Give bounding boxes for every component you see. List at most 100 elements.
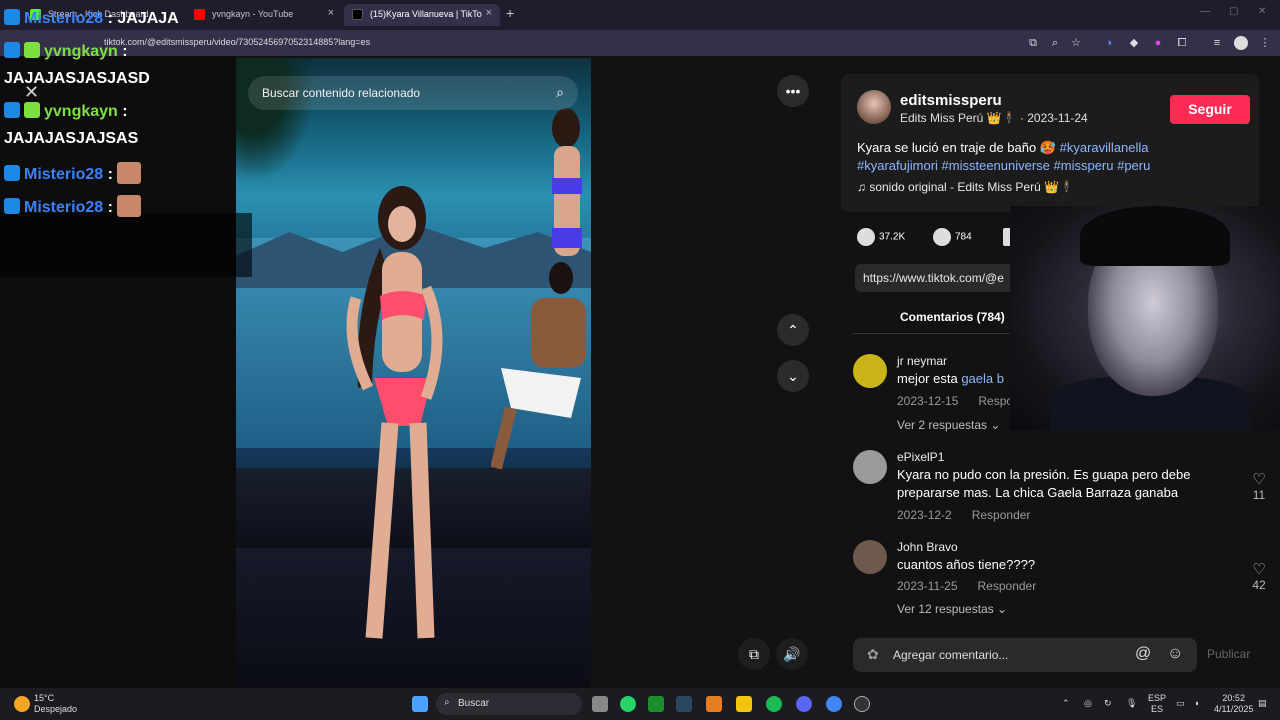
chevron-up-icon[interactable]: ⌃ (1062, 698, 1070, 709)
chrome-icon[interactable] (826, 696, 842, 712)
steam-icon[interactable] (676, 696, 692, 712)
windows-start-icon[interactable] (412, 696, 428, 712)
reading-list-icon[interactable]: ≡ (1210, 36, 1224, 50)
volume-icon[interactable]: 🔊 (776, 638, 808, 670)
search-icon[interactable]: ⌕ (556, 84, 564, 101)
author-username[interactable]: editsmissperu (900, 92, 1002, 109)
spotify-icon[interactable] (766, 696, 782, 712)
hashtag-links[interactable]: #kyarafujimori #missteenuniverse #misspe… (857, 158, 1150, 173)
description-text: Kyara se lució en traje de baño 🥵 (857, 140, 1060, 155)
comment-like-button[interactable]: ♡ 42 (1247, 560, 1271, 592)
zoom-icon[interactable]: ⌕ (1048, 36, 1062, 50)
like-button[interactable]: 37.2K (857, 228, 905, 246)
network-icon[interactable]: ▭ (1176, 698, 1185, 709)
video-player[interactable]: Buscar contenido relacionado ⌕ (236, 58, 591, 688)
maximize-icon[interactable]: ▢ (1229, 6, 1238, 17)
cast-icon[interactable]: ⧉ (1026, 36, 1040, 50)
file-explorer-icon[interactable] (736, 696, 752, 712)
chat-username: Misterio28 (24, 10, 104, 27)
author-avatar[interactable] (857, 90, 891, 124)
task-view-icon[interactable] (592, 696, 608, 712)
weather-widget[interactable]: 15°C Despejado (34, 693, 77, 715)
commenter-avatar[interactable] (853, 540, 887, 574)
xbox-icon[interactable] (648, 696, 664, 712)
close-window-icon[interactable]: ✕ (1258, 6, 1266, 17)
chat-separator: : (103, 166, 118, 183)
view-replies-button[interactable]: Ver 2 respuestas ⌄ (897, 418, 1000, 432)
chat-username: Misterio28 (24, 199, 104, 216)
speaker-icon[interactable]: ◖ (1194, 698, 1199, 709)
related-search-input[interactable]: Buscar contenido relacionado ⌕ (248, 76, 578, 110)
clock[interactable]: 20:52 4/11/2025 (1214, 693, 1253, 715)
extension-icon[interactable]: ◆ (1127, 36, 1141, 50)
emote-icon (117, 195, 142, 217)
obs-icon[interactable] (854, 696, 870, 712)
more-options-icon[interactable]: ••• (777, 75, 809, 107)
emoji-sticker-icon[interactable]: ✿ (867, 646, 879, 663)
subscriber-badge-icon (4, 9, 20, 25)
comment-text: cuantos años tiene???? (897, 557, 1036, 572)
tab-tiktok[interactable]: (15)Kyara Villanueva | TikTo × (344, 4, 500, 26)
comment-like-button[interactable]: ♡ 11 (1247, 470, 1271, 502)
bookmark-star-icon[interactable]: ☆ (1069, 36, 1083, 50)
language-top: ESP (1148, 693, 1167, 703)
emoji-icon[interactable]: ☺ (1167, 645, 1183, 663)
weather-icon[interactable] (14, 696, 30, 712)
search-placeholder: Buscar contenido relacionado (262, 86, 421, 100)
previous-video-button[interactable]: ⌃ (777, 314, 809, 346)
author-subline: Edits Miss Perú 👑🕴 · 2023-11-24 (900, 111, 1088, 125)
profile-avatar-icon[interactable] (1234, 36, 1248, 50)
new-tab-button[interactable]: + (506, 5, 514, 21)
extension-icon[interactable]: ● (1151, 36, 1165, 50)
chat-username: yvngkayn (44, 103, 118, 120)
discord-icon[interactable] (796, 696, 812, 712)
webcam-hair (1080, 206, 1230, 266)
miniplayer-icon[interactable]: ⧉ (738, 638, 770, 670)
comment-button[interactable]: 784 (933, 228, 972, 246)
whatsapp-icon[interactable] (620, 696, 636, 712)
chat-lines: Misterio28 : JAJAJA yvngkayn : JAJAJASJA… (0, 0, 252, 222)
verified-badge-icon (4, 102, 20, 118)
follow-button[interactable]: Seguir (1170, 95, 1250, 124)
chat-highlight-background (0, 213, 252, 277)
comment-text: Kyara no pudo con la presión. Es guapa p… (897, 467, 1191, 500)
publish-button[interactable]: Publicar (1207, 647, 1250, 661)
commenter-avatar[interactable] (853, 354, 887, 388)
reply-button[interactable]: Responder (972, 508, 1031, 522)
mention-link[interactable]: gaela b (961, 371, 1004, 386)
taskbar-search[interactable]: ⌕ Buscar (436, 693, 582, 715)
verified-badge-icon (4, 42, 20, 58)
commenter-avatar[interactable] (853, 450, 887, 484)
mention-icon[interactable]: @ (1135, 645, 1151, 663)
clock-time: 20:52 (1222, 693, 1245, 703)
taskbar-search-label: Buscar (458, 698, 490, 709)
extension-icon[interactable]: ◗ (1103, 36, 1117, 50)
commenter-name[interactable]: jr neymar (897, 354, 947, 368)
minimize-icon[interactable]: — (1200, 6, 1210, 17)
comment-input[interactable]: ✿ Agregar comentario... @ ☺ (853, 638, 1197, 672)
chat-message: Misterio28 : (4, 162, 142, 184)
menu-dots-icon[interactable]: ⋮ (1258, 36, 1272, 50)
commenter-name[interactable]: John Bravo (897, 540, 958, 554)
close-tab-icon[interactable]: × (486, 7, 492, 19)
heart-icon: ♡ (1252, 561, 1266, 578)
sound-link[interactable]: ♫ sonido original - Edits Miss Perú 👑🕴 (857, 180, 1074, 194)
commenter-name[interactable]: ePixelP1 (897, 450, 944, 464)
puzzle-icon[interactable]: ⧠ (1175, 36, 1189, 50)
view-replies-button[interactable]: Ver 12 respuestas ⌄ (897, 602, 1007, 616)
reply-button[interactable]: Responder (978, 579, 1037, 593)
like-count: 37.2K (879, 231, 906, 243)
sync-icon[interactable]: ↻ (1104, 698, 1112, 709)
next-video-button[interactable]: ⌄ (777, 360, 809, 392)
chat-text: JAJAJA (117, 10, 179, 27)
microphone-icon[interactable]: 🎙 (1126, 698, 1137, 709)
language-indicator[interactable]: ESP ES (1148, 693, 1166, 715)
comment-body: mejor esta (897, 371, 962, 386)
app-icon[interactable] (706, 696, 722, 712)
close-tab-icon[interactable]: × (328, 7, 334, 19)
app-tray-icon[interactable]: ◎ (1084, 698, 1092, 709)
vip-badge-icon (24, 42, 40, 58)
hashtag-link[interactable]: #kyaravillanella (1060, 140, 1149, 155)
tab-comments[interactable]: Comentarios (784) (900, 310, 1005, 324)
notifications-icon[interactable]: ▤ (1258, 698, 1267, 709)
